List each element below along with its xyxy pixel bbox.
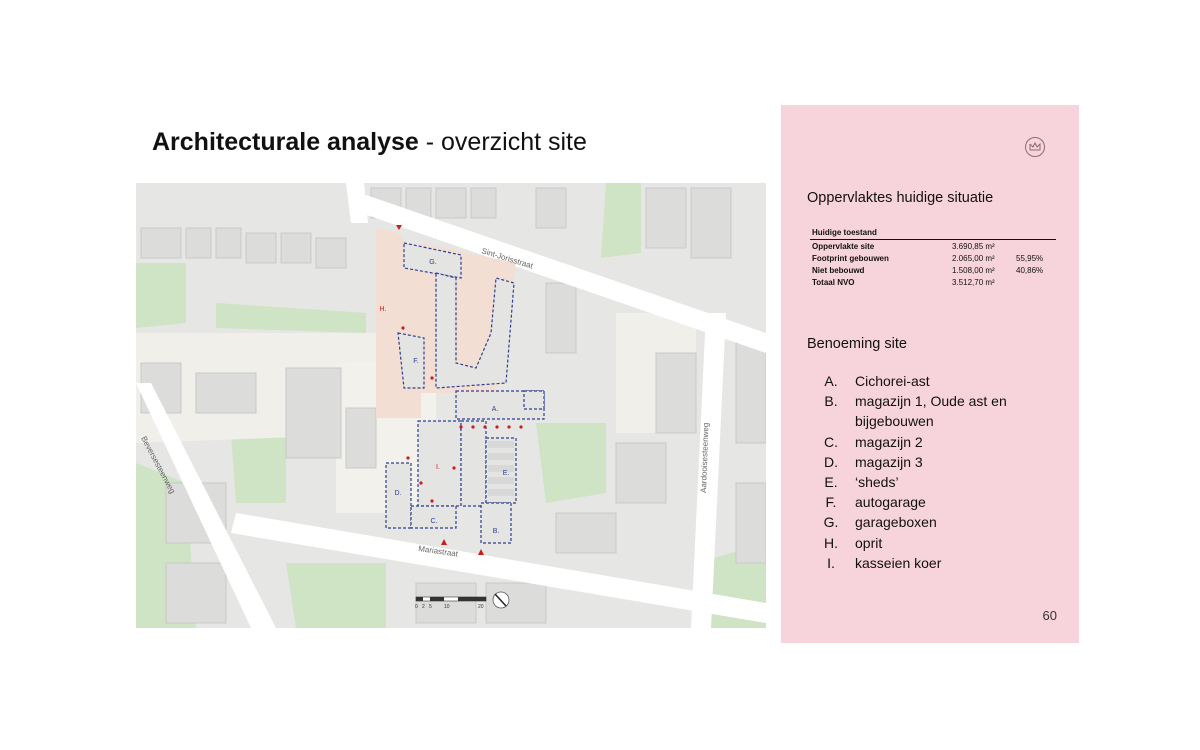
slide-title-rest: - overzicht site xyxy=(418,128,587,156)
row-pct: 40,86% xyxy=(1016,266,1044,275)
scale-label-10: 10 xyxy=(444,604,450,610)
zone-label-h: H. xyxy=(380,306,387,313)
scale-label-2: 2 xyxy=(422,604,425,610)
table-row: Oppervlakte site 3.690,85 m² xyxy=(810,240,1056,253)
item-text: kasseien koer xyxy=(855,554,942,571)
section-title-surfaces: Oppervlaktes huidige situatie xyxy=(807,190,994,206)
zone-label-a: A. xyxy=(492,406,499,413)
row-pct: 55,95% xyxy=(1016,254,1044,263)
item-text: autogarage xyxy=(855,494,926,511)
list-item: G. garageboxen xyxy=(807,512,1067,532)
north-arrow-icon xyxy=(492,591,510,609)
row-pct xyxy=(1014,240,1056,253)
list-item: F. autogarage xyxy=(807,492,1067,512)
item-text: garageboxen xyxy=(855,514,937,531)
item-text: ‘sheds’ xyxy=(855,474,899,491)
zone-label-e: E. xyxy=(503,470,510,477)
item-letter: E. xyxy=(824,474,838,491)
list-item: I. kasseien koer xyxy=(807,553,1067,573)
item-letter: I. xyxy=(827,554,835,571)
site-map-drawing: Sint-Jorisstraat Mariastraat Beversestee… xyxy=(136,183,766,628)
scale-label-20: 20 xyxy=(478,604,484,610)
item-letter: G. xyxy=(823,514,839,531)
site-legend-list: A. Cichorei-ast B. magazijn 1, Oude ast en… xyxy=(807,371,1067,573)
table-row: Totaal NVO 3.512,70 m² xyxy=(810,276,1056,288)
list-item: H. oprit xyxy=(807,533,1067,553)
row-value: 3.512,70 m² xyxy=(952,278,995,287)
list-item: A. Cichorei-ast xyxy=(807,371,1067,391)
zone-label-f: F. xyxy=(413,358,419,365)
item-letter: F. xyxy=(825,494,837,511)
crown-logo-icon xyxy=(1025,137,1045,157)
surfaces-table: Huidige toestand Oppervlakte site 3.690,… xyxy=(810,228,1056,288)
list-item: E. ‘sheds’ xyxy=(807,472,1067,492)
section-title-naming: Benoeming site xyxy=(807,336,907,352)
scale-label-5: 5 xyxy=(429,604,432,610)
table-header: Huidige toestand xyxy=(810,228,1056,240)
scale-label-0: 0 xyxy=(415,604,418,610)
item-text: magazijn 2 xyxy=(855,433,923,450)
row-label: Oppervlakte site xyxy=(812,242,875,251)
list-item: C. magazijn 2 xyxy=(807,432,1067,452)
row-value: 3.690,85 m² xyxy=(952,242,995,251)
list-item: D. magazijn 3 xyxy=(807,452,1067,472)
item-text: magazijn 1, Oude ast en bijgebouwen xyxy=(855,393,1007,430)
row-label: Niet bebouwd xyxy=(812,266,865,275)
zone-label-i: I. xyxy=(436,464,440,471)
item-letter: D. xyxy=(824,453,838,470)
item-letter: B. xyxy=(824,393,838,410)
item-text: magazijn 3 xyxy=(855,453,923,470)
zone-label-b: B. xyxy=(493,528,500,535)
table-row: Footprint gebouwen 2.065,00 m² 55,95% xyxy=(810,252,1056,264)
slide-title-bold: Architecturale analyse xyxy=(152,128,419,156)
item-letter: C. xyxy=(824,433,838,450)
list-item: B. magazijn 1, Oude ast en bijgebouwen xyxy=(807,391,1067,431)
zone-label-g: G. xyxy=(429,259,436,266)
zone-label-d: D. xyxy=(395,490,402,497)
table-row: Niet bebouwd 1.508,00 m² 40,86% xyxy=(810,264,1056,276)
info-panel: Oppervlaktes huidige situatie Huidige to… xyxy=(781,105,1079,643)
item-text: oprit xyxy=(855,534,883,551)
zone-label-c: C. xyxy=(431,518,438,525)
row-label: Totaal NVO xyxy=(812,278,855,287)
row-pct xyxy=(1014,276,1056,288)
row-value: 2.065,00 m² xyxy=(952,254,995,263)
item-letter: H. xyxy=(824,534,838,551)
item-letter: A. xyxy=(824,373,838,389)
site-map: Sint-Jorisstraat Mariastraat Beversestee… xyxy=(136,183,766,628)
slide-title: Architecturale analyse - overzicht site xyxy=(152,128,587,157)
row-value: 1.508,00 m² xyxy=(952,266,995,275)
row-label: Footprint gebouwen xyxy=(812,254,889,263)
page-number: 60 xyxy=(1042,608,1057,623)
item-text: Cichorei-ast xyxy=(855,373,930,389)
